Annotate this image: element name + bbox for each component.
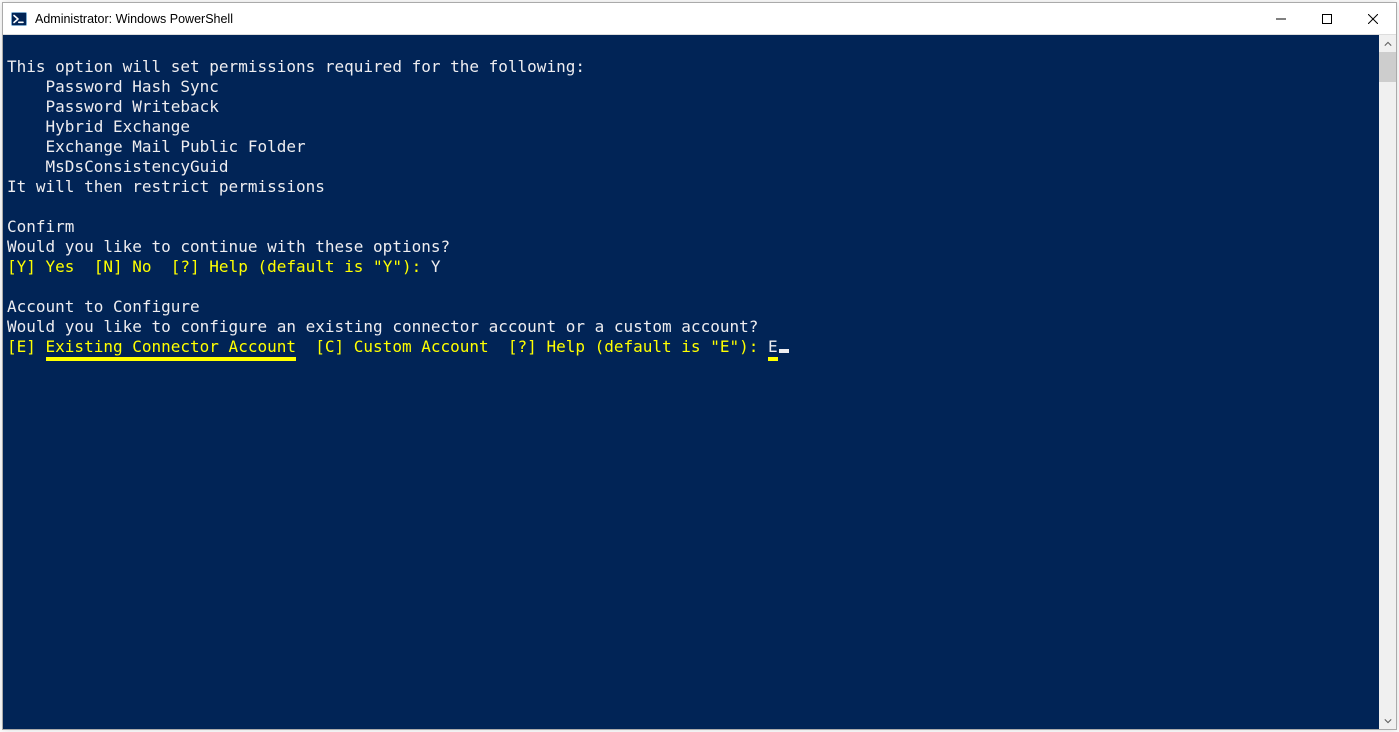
prompt-option-help: [?] Help (171, 257, 248, 276)
console-area[interactable]: This option will set permissions require… (3, 35, 1396, 729)
console-line: Would you like to continue with these op… (7, 237, 450, 256)
scroll-track[interactable] (1379, 52, 1396, 712)
cursor (779, 349, 789, 353)
powershell-window: Administrator: Windows PowerShell This o… (2, 2, 1397, 730)
prompt-option-e-bracket: [E] (7, 337, 46, 356)
prompt-option-help: [?] Help (508, 337, 585, 356)
prompt-default: (default is "Y"): (248, 257, 431, 276)
console-line: Exchange Mail Public Folder (7, 137, 306, 156)
console-line: Password Hash Sync (7, 77, 219, 96)
prompt-input-e: E (768, 337, 778, 361)
scroll-thumb[interactable] (1379, 52, 1396, 82)
powershell-icon (11, 11, 27, 27)
console-line: Hybrid Exchange (7, 117, 190, 136)
close-button[interactable] (1350, 3, 1396, 34)
console-line: This option will set permissions require… (7, 57, 585, 76)
prompt-sep (152, 257, 171, 276)
console-content: This option will set permissions require… (3, 35, 1379, 729)
maximize-button[interactable] (1304, 3, 1350, 34)
prompt-option-custom: [C] Custom Account (315, 337, 488, 356)
scroll-up-arrow[interactable] (1379, 35, 1396, 52)
prompt-option-no: [N] No (94, 257, 152, 276)
scroll-down-arrow[interactable] (1379, 712, 1396, 729)
prompt-input-yes: Y (431, 257, 441, 276)
console-line: Confirm (7, 217, 74, 236)
prompt-sep (489, 337, 508, 356)
prompt-sep (296, 337, 315, 356)
console-line: Password Writeback (7, 97, 219, 116)
console-line: Would you like to configure an existing … (7, 317, 758, 336)
console-line: It will then restrict permissions (7, 177, 325, 196)
vertical-scrollbar[interactable] (1379, 35, 1396, 729)
titlebar[interactable]: Administrator: Windows PowerShell (3, 3, 1396, 35)
prompt-sep (74, 257, 93, 276)
prompt-option-yes: [Y] Yes (7, 257, 74, 276)
prompt-option-existing: Existing Connector Account (46, 337, 296, 361)
console-line: MsDsConsistencyGuid (7, 157, 229, 176)
prompt-default: (default is "E"): (585, 337, 768, 356)
minimize-button[interactable] (1258, 3, 1304, 34)
window-title: Administrator: Windows PowerShell (35, 12, 1258, 26)
console-line: Account to Configure (7, 297, 200, 316)
window-controls (1258, 3, 1396, 34)
